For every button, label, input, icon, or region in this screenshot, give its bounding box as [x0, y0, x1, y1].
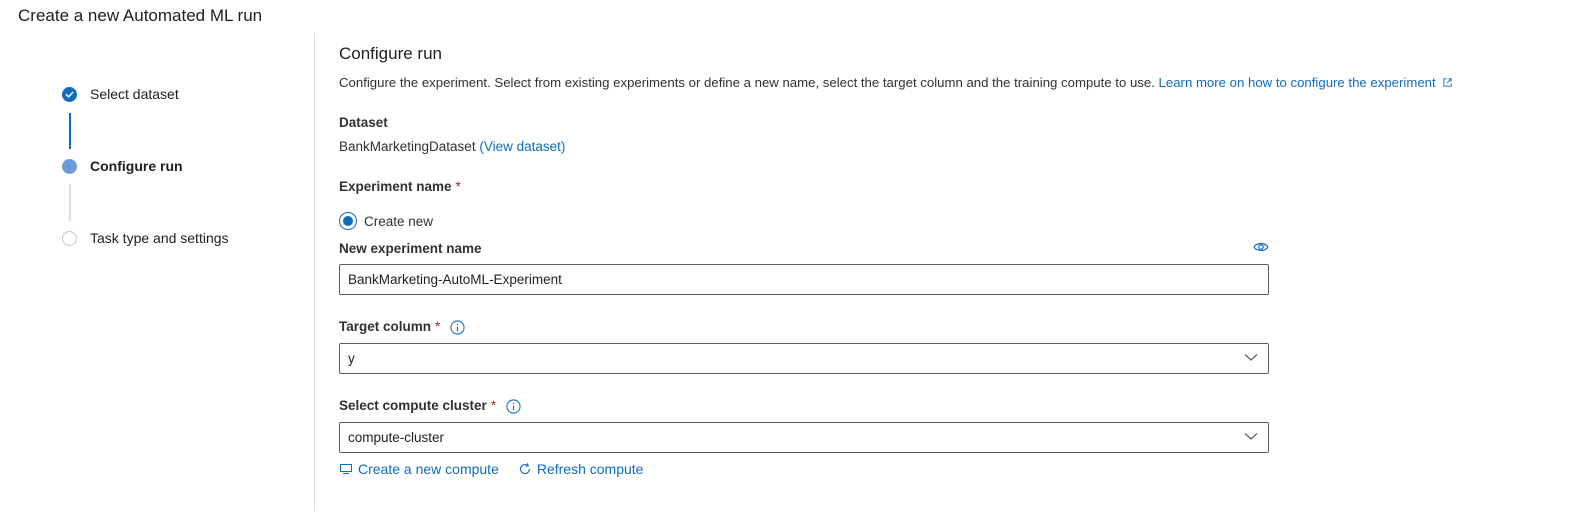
dropdown-value: compute-cluster — [348, 430, 445, 445]
chevron-down-icon — [1244, 354, 1258, 361]
step-label: Select dataset — [90, 86, 179, 102]
learn-more-text: Learn more on how to configure the exper… — [1158, 75, 1436, 90]
step-connector — [69, 113, 71, 149]
label-text: Experiment name — [339, 179, 452, 194]
step-label: Task type and settings — [90, 230, 229, 246]
radio-dot — [343, 216, 353, 226]
create-compute-text: Create a new compute — [358, 461, 499, 477]
create-new-radio[interactable] — [339, 212, 357, 230]
step-connector — [69, 184, 71, 221]
compute-actions: Create a new compute Refresh compute — [339, 461, 643, 477]
step-select-dataset[interactable]: Select dataset — [62, 86, 179, 102]
experiment-name-label: Experiment name * — [339, 179, 461, 194]
external-link-icon — [1443, 78, 1452, 87]
current-step-icon — [62, 158, 77, 174]
learn-more-link[interactable]: Learn more on how to configure the exper… — [1159, 75, 1454, 90]
label-text: Select compute cluster — [339, 398, 487, 413]
step-label: Configure run — [90, 158, 183, 174]
panel-divider — [314, 33, 315, 511]
step-configure-run[interactable]: Configure run — [62, 158, 183, 174]
upcoming-step-icon — [62, 230, 77, 246]
target-column-label: Target column * — [339, 319, 465, 335]
description-text: Configure the experiment. Select from ex… — [339, 75, 1155, 90]
dataset-name: BankMarketingDataset — [339, 139, 476, 154]
compute-cluster-dropdown[interactable]: compute-cluster — [339, 422, 1269, 453]
refresh-icon — [519, 463, 530, 475]
required-asterisk: * — [455, 179, 461, 194]
new-experiment-name-label: New experiment name — [339, 241, 482, 256]
view-dataset-link[interactable]: (View dataset) — [479, 139, 565, 154]
required-asterisk: * — [490, 398, 497, 413]
compute-cluster-label: Select compute cluster * — [339, 398, 521, 414]
dataset-label: Dataset — [339, 115, 388, 130]
compute-icon — [340, 464, 352, 474]
radio-label: Create new — [364, 213, 434, 229]
refresh-compute-text: Refresh compute — [536, 461, 644, 477]
info-icon[interactable] — [506, 399, 521, 414]
create-new-radio-option[interactable]: Create new — [339, 212, 433, 230]
section-title: Configure run — [339, 44, 443, 63]
required-asterisk: * — [435, 319, 441, 334]
dropdown-value: y — [348, 351, 355, 366]
label-text: Target column — [339, 319, 432, 334]
chevron-down-icon — [1244, 433, 1258, 440]
description: Configure the experiment. Select from ex… — [339, 75, 1453, 90]
info-icon[interactable] — [450, 320, 465, 335]
eye-icon[interactable] — [1253, 240, 1269, 258]
refresh-compute-link[interactable]: Refresh compute — [518, 461, 644, 477]
experiment-name-input[interactable]: BankMarketing-AutoML-Experiment — [339, 264, 1269, 295]
page-title: Create a new Automated ML run — [18, 6, 263, 25]
target-column-dropdown[interactable]: y — [339, 343, 1269, 374]
dataset-row: BankMarketingDataset (View dataset) — [339, 139, 565, 154]
checkmark-icon — [62, 86, 77, 102]
step-task-type[interactable]: Task type and settings — [62, 230, 229, 246]
create-new-compute-link[interactable]: Create a new compute — [339, 461, 499, 477]
